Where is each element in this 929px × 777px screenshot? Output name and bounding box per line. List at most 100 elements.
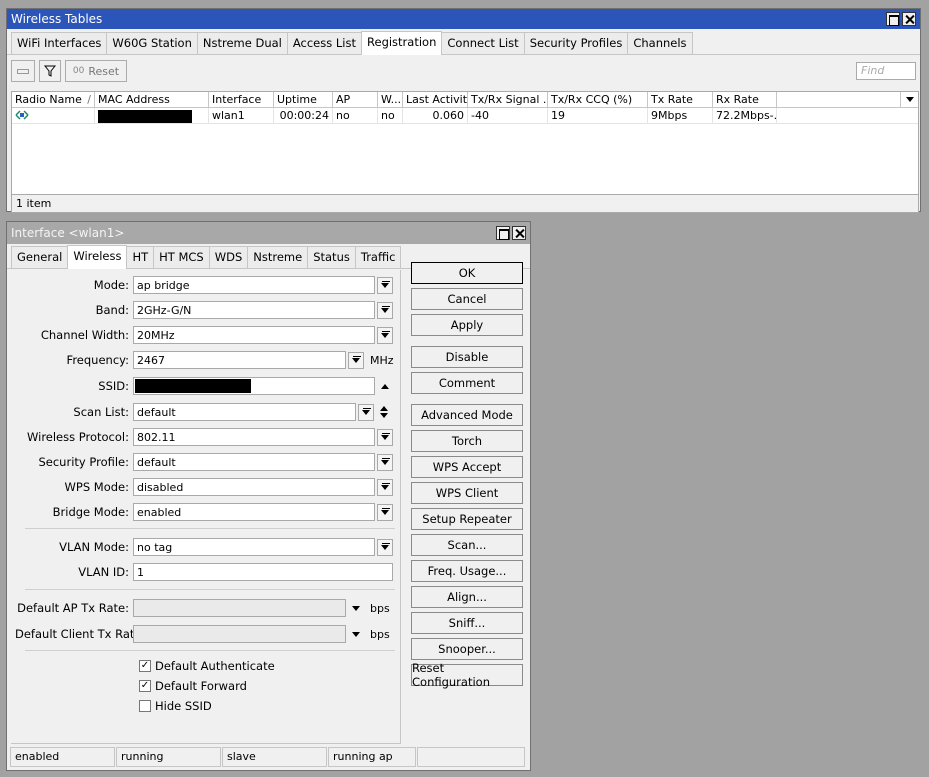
tab-wifi-interfaces[interactable]: WiFi Interfaces [11,32,108,54]
band-dropdown-button[interactable] [377,301,393,319]
chevron-down-icon [905,97,914,102]
column-interface[interactable]: Interface [209,92,274,107]
security-profile-select[interactable]: default [133,453,375,471]
apply-button[interactable]: Apply [411,314,523,336]
close-icon[interactable] [512,226,526,240]
default-forward-checkbox-row[interactable]: ✓ Default Forward [139,677,247,695]
radio-name-cell [12,108,95,123]
wireless-protocol-select[interactable]: 802.11 [133,428,375,446]
hide-ssid-checkbox-row[interactable]: Hide SSID [139,697,212,715]
channel-width-dropdown-button[interactable] [377,326,393,344]
chevron-down-icon [362,409,370,415]
table-row[interactable]: wlan1 00:00:24 no no 0.060 -40 19 9Mbps … [12,108,918,124]
torch-button[interactable]: Torch [411,430,523,452]
column-txrx-signal[interactable]: Tx/Rx Signal ... [468,92,548,107]
security-profile-dropdown-button[interactable] [377,453,393,471]
filter-button[interactable] [39,60,61,82]
column-mac-address[interactable]: MAC Address [95,92,209,107]
registration-toolbar: 00 Reset Find [7,55,920,87]
ssid-field[interactable] [133,377,375,395]
tab-wireless[interactable]: Wireless [67,245,128,269]
default-authenticate-checkbox-row[interactable]: ✓ Default Authenticate [139,657,275,675]
column-last-activity[interactable]: Last Activit... [403,92,468,107]
scan-list-dropdown-button[interactable] [358,403,374,421]
column-radio-name[interactable]: Radio Name / [12,92,95,107]
divider [25,589,395,590]
tab-traffic[interactable]: Traffic [354,246,402,268]
column-chooser-button[interactable] [900,92,918,107]
hide-ssid-checkbox[interactable] [139,700,151,712]
tab-w60g-station[interactable]: W60G Station [106,32,198,54]
tab-security-profiles[interactable]: Security Profiles [523,32,629,54]
chevron-down-icon [381,434,389,440]
vlan-mode-select[interactable]: no tag [133,538,375,556]
remove-button[interactable] [11,60,35,82]
mode-select[interactable]: ap bridge [133,276,375,294]
mode-dropdown-button[interactable] [377,276,393,294]
tab-nstreme-dual[interactable]: Nstreme Dual [196,32,288,54]
maximize-icon[interactable] [886,12,900,26]
default-client-tx-rate-dropdown[interactable] [348,626,364,643]
find-input[interactable]: Find [856,62,916,80]
frequency-dropdown-button[interactable] [348,351,364,369]
snooper-button[interactable]: Snooper... [411,638,523,660]
wps-client-button[interactable]: WPS Client [411,482,523,504]
tab-ht[interactable]: HT [126,246,155,268]
wps-mode-select[interactable]: disabled [133,478,375,496]
comment-button[interactable]: Comment [411,372,523,394]
column-txrx-ccq[interactable]: Tx/Rx CCQ (%) [548,92,648,107]
tab-status[interactable]: Status [307,246,356,268]
interface-titlebar[interactable]: Interface <wlan1> [7,222,530,244]
tab-general[interactable]: General [11,246,69,268]
cancel-button[interactable]: Cancel [411,288,523,310]
default-ap-tx-rate-dropdown[interactable] [348,600,364,617]
tab-nstreme[interactable]: Nstreme [247,246,309,268]
setup-repeater-button[interactable]: Setup Repeater [411,508,523,530]
tab-wds[interactable]: WDS [208,246,249,268]
column-tx-rate[interactable]: Tx Rate [648,92,713,107]
bridge-mode-select[interactable]: enabled [133,503,375,521]
column-uptime[interactable]: Uptime [274,92,333,107]
channel-width-select[interactable]: 20MHz [133,326,375,344]
reset-configuration-button[interactable]: Reset Configuration [411,661,523,689]
tab-registration[interactable]: Registration [361,31,443,55]
frequency-select[interactable]: 2467 [133,351,346,369]
chevron-up-icon [381,383,389,389]
vlan-id-input[interactable]: 1 [133,563,393,581]
freq-usage-button[interactable]: Freq. Usage... [411,560,523,582]
default-forward-checkbox[interactable]: ✓ [139,680,151,692]
column-rx-rate[interactable]: Rx Rate [713,92,777,107]
ssid-collapse-button[interactable] [377,378,393,395]
sort-icon: / [87,93,91,106]
tab-connect-list[interactable]: Connect List [441,32,525,54]
ok-button[interactable]: OK [411,262,523,284]
tab-access-list[interactable]: Access List [286,32,363,54]
maximize-icon[interactable] [496,226,510,240]
wps-accept-button[interactable]: WPS Accept [411,456,523,478]
chevron-down-icon [380,413,388,418]
default-ap-tx-rate-input[interactable] [133,599,346,617]
column-w[interactable]: W... [378,92,403,107]
wps-mode-dropdown-button[interactable] [377,478,393,496]
default-client-tx-rate-input[interactable] [133,625,346,643]
vlan-mode-row: VLAN Mode: no tag [15,537,393,557]
default-authenticate-checkbox[interactable]: ✓ [139,660,151,672]
sniff-button[interactable]: Sniff... [411,612,523,634]
vlan-mode-dropdown-button[interactable] [377,538,393,556]
close-icon[interactable] [902,12,916,26]
scan-button[interactable]: Scan... [411,534,523,556]
align-button[interactable]: Align... [411,586,523,608]
column-ap[interactable]: AP [333,92,378,107]
band-select[interactable]: 2GHz-G/N [133,301,375,319]
tab-ht-mcs[interactable]: HT MCS [153,246,210,268]
scan-list-add-remove[interactable] [376,404,392,421]
bridge-mode-dropdown-button[interactable] [377,503,393,521]
w-cell: no [378,108,403,123]
wireless-protocol-dropdown-button[interactable] [377,428,393,446]
advanced-mode-button[interactable]: Advanced Mode [411,404,523,426]
scan-list-select[interactable]: default [133,403,356,421]
disable-button[interactable]: Disable [411,346,523,368]
wireless-tables-titlebar[interactable]: Wireless Tables [7,9,920,29]
reset-button[interactable]: 00 Reset [65,60,127,82]
tab-channels[interactable]: Channels [627,32,693,54]
